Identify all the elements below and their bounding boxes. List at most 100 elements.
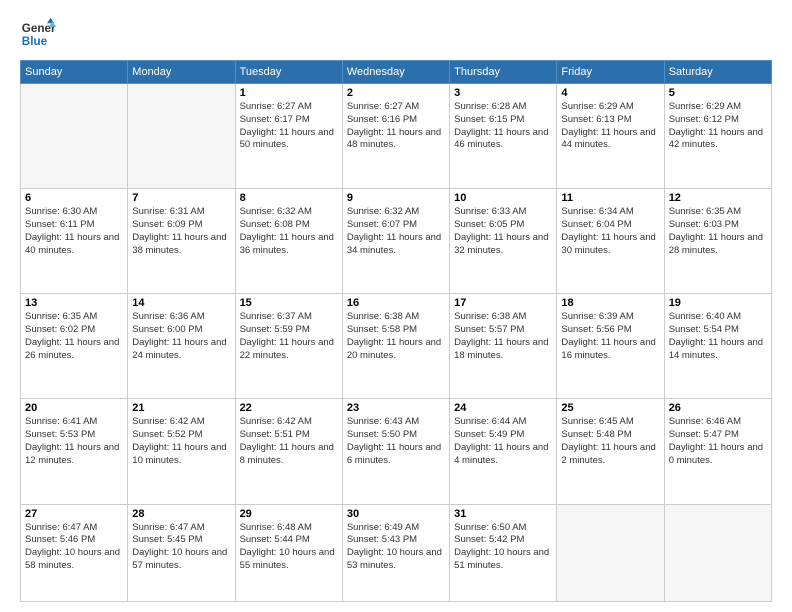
calendar-cell: 16 Sunrise: 6:38 AM Sunset: 5:58 PM Dayli… <box>342 294 449 399</box>
day-number: 16 <box>347 297 445 309</box>
cell-info: Sunrise: 6:31 AM Sunset: 6:09 PM Dayligh… <box>132 206 230 257</box>
calendar-cell <box>21 84 128 189</box>
calendar-cell: 17 Sunrise: 6:38 AM Sunset: 5:57 PM Dayli… <box>450 294 557 399</box>
calendar-cell: 22 Sunrise: 6:42 AM Sunset: 5:51 PM Dayli… <box>235 399 342 504</box>
day-number: 21 <box>132 402 230 414</box>
cell-info: Sunrise: 6:27 AM Sunset: 6:16 PM Dayligh… <box>347 101 445 152</box>
day-number: 22 <box>240 402 338 414</box>
calendar-cell: 28 Sunrise: 6:47 AM Sunset: 5:45 PM Dayli… <box>128 504 235 601</box>
calendar-cell: 9 Sunrise: 6:32 AM Sunset: 6:07 PM Daylig… <box>342 189 449 294</box>
calendar-cell <box>557 504 664 601</box>
day-number: 3 <box>454 87 552 99</box>
cell-info: Sunrise: 6:38 AM Sunset: 5:58 PM Dayligh… <box>347 311 445 362</box>
cell-info: Sunrise: 6:38 AM Sunset: 5:57 PM Dayligh… <box>454 311 552 362</box>
cell-info: Sunrise: 6:42 AM Sunset: 5:52 PM Dayligh… <box>132 416 230 467</box>
cell-info: Sunrise: 6:43 AM Sunset: 5:50 PM Dayligh… <box>347 416 445 467</box>
cell-info: Sunrise: 6:47 AM Sunset: 5:46 PM Dayligh… <box>25 522 123 573</box>
day-number: 15 <box>240 297 338 309</box>
calendar-cell: 30Sunrise: 6:49 AM Sunset: 5:43 PM Dayli… <box>342 504 449 601</box>
logo-icon: General Blue <box>20 16 56 52</box>
day-number: 29 <box>240 508 338 520</box>
cell-info: Sunrise: 6:41 AM Sunset: 5:53 PM Dayligh… <box>25 416 123 467</box>
day-number: 20 <box>25 402 123 414</box>
day-header-monday: Monday <box>128 61 235 84</box>
calendar-cell: 21 Sunrise: 6:42 AM Sunset: 5:52 PM Dayli… <box>128 399 235 504</box>
calendar-cell <box>128 84 235 189</box>
cell-info: Sunrise: 6:47 AM Sunset: 5:45 PM Dayligh… <box>132 522 230 573</box>
day-number: 13 <box>25 297 123 309</box>
calendar-week-row: 27Sunrise: 6:47 AM Sunset: 5:46 PM Dayli… <box>21 504 772 601</box>
calendar-cell: 26 Sunrise: 6:46 AM Sunset: 5:47 PM Dayli… <box>664 399 771 504</box>
cell-info: Sunrise: 6:48 AM Sunset: 5:44 PM Dayligh… <box>240 522 338 573</box>
cell-info: Sunrise: 6:50 AM Sunset: 5:42 PM Dayligh… <box>454 522 552 573</box>
day-number: 28 <box>132 508 230 520</box>
cell-info: Sunrise: 6:37 AM Sunset: 5:59 PM Dayligh… <box>240 311 338 362</box>
day-header-sunday: Sunday <box>21 61 128 84</box>
day-number: 9 <box>347 192 445 204</box>
day-number: 7 <box>132 192 230 204</box>
calendar-cell: 31 Sunrise: 6:50 AM Sunset: 5:42 PM Dayli… <box>450 504 557 601</box>
cell-info: Sunrise: 6:35 AM Sunset: 6:02 PM Dayligh… <box>25 311 123 362</box>
calendar-cell: 1 Sunrise: 6:27 AM Sunset: 6:17 PM Daylig… <box>235 84 342 189</box>
day-number: 2 <box>347 87 445 99</box>
day-header-wednesday: Wednesday <box>342 61 449 84</box>
day-number: 30 <box>347 508 445 520</box>
cell-info: Sunrise: 6:45 AM Sunset: 5:48 PM Dayligh… <box>561 416 659 467</box>
calendar-table: SundayMondayTuesdayWednesdayThursdayFrid… <box>20 60 772 602</box>
calendar-cell: 7 Sunrise: 6:31 AM Sunset: 6:09 PM Daylig… <box>128 189 235 294</box>
calendar-cell: 29 Sunrise: 6:48 AM Sunset: 5:44 PM Dayli… <box>235 504 342 601</box>
day-header-saturday: Saturday <box>664 61 771 84</box>
cell-info: Sunrise: 6:42 AM Sunset: 5:51 PM Dayligh… <box>240 416 338 467</box>
day-number: 1 <box>240 87 338 99</box>
cell-info: Sunrise: 6:27 AM Sunset: 6:17 PM Dayligh… <box>240 101 338 152</box>
cell-info: Sunrise: 6:44 AM Sunset: 5:49 PM Dayligh… <box>454 416 552 467</box>
day-number: 18 <box>561 297 659 309</box>
calendar-cell: 13 Sunrise: 6:35 AM Sunset: 6:02 PM Dayli… <box>21 294 128 399</box>
calendar-cell: 15 Sunrise: 6:37 AM Sunset: 5:59 PM Dayli… <box>235 294 342 399</box>
day-number: 17 <box>454 297 552 309</box>
day-number: 11 <box>561 192 659 204</box>
day-number: 6 <box>25 192 123 204</box>
cell-info: Sunrise: 6:36 AM Sunset: 6:00 PM Dayligh… <box>132 311 230 362</box>
day-number: 5 <box>669 87 767 99</box>
day-number: 25 <box>561 402 659 414</box>
day-number: 12 <box>669 192 767 204</box>
calendar-cell <box>664 504 771 601</box>
cell-info: Sunrise: 6:30 AM Sunset: 6:11 PM Dayligh… <box>25 206 123 257</box>
day-number: 24 <box>454 402 552 414</box>
cell-info: Sunrise: 6:39 AM Sunset: 5:56 PM Dayligh… <box>561 311 659 362</box>
cell-info: Sunrise: 6:46 AM Sunset: 5:47 PM Dayligh… <box>669 416 767 467</box>
day-number: 23 <box>347 402 445 414</box>
day-header-thursday: Thursday <box>450 61 557 84</box>
calendar-cell: 19 Sunrise: 6:40 AM Sunset: 5:54 PM Dayli… <box>664 294 771 399</box>
calendar-cell: 6 Sunrise: 6:30 AM Sunset: 6:11 PM Daylig… <box>21 189 128 294</box>
cell-info: Sunrise: 6:33 AM Sunset: 6:05 PM Dayligh… <box>454 206 552 257</box>
calendar-week-row: 20 Sunrise: 6:41 AM Sunset: 5:53 PM Dayli… <box>21 399 772 504</box>
day-number: 26 <box>669 402 767 414</box>
calendar-week-row: 6 Sunrise: 6:30 AM Sunset: 6:11 PM Daylig… <box>21 189 772 294</box>
calendar-cell: 27Sunrise: 6:47 AM Sunset: 5:46 PM Dayli… <box>21 504 128 601</box>
calendar-cell: 23 Sunrise: 6:43 AM Sunset: 5:50 PM Dayli… <box>342 399 449 504</box>
calendar-cell: 18 Sunrise: 6:39 AM Sunset: 5:56 PM Dayli… <box>557 294 664 399</box>
day-number: 19 <box>669 297 767 309</box>
calendar-cell: 8Sunrise: 6:32 AM Sunset: 6:08 PM Daylig… <box>235 189 342 294</box>
calendar-cell: 24 Sunrise: 6:44 AM Sunset: 5:49 PM Dayli… <box>450 399 557 504</box>
page-header: General Blue <box>20 16 772 52</box>
calendar-cell: 5Sunrise: 6:29 AM Sunset: 6:12 PM Daylig… <box>664 84 771 189</box>
cell-info: Sunrise: 6:32 AM Sunset: 6:07 PM Dayligh… <box>347 206 445 257</box>
calendar-cell: 12 Sunrise: 6:35 AM Sunset: 6:03 PM Dayli… <box>664 189 771 294</box>
day-number: 4 <box>561 87 659 99</box>
calendar-cell: 2 Sunrise: 6:27 AM Sunset: 6:16 PM Daylig… <box>342 84 449 189</box>
logo: General Blue <box>20 16 56 52</box>
cell-info: Sunrise: 6:35 AM Sunset: 6:03 PM Dayligh… <box>669 206 767 257</box>
cell-info: Sunrise: 6:34 AM Sunset: 6:04 PM Dayligh… <box>561 206 659 257</box>
calendar-week-row: 13 Sunrise: 6:35 AM Sunset: 6:02 PM Dayli… <box>21 294 772 399</box>
cell-info: Sunrise: 6:40 AM Sunset: 5:54 PM Dayligh… <box>669 311 767 362</box>
day-number: 31 <box>454 508 552 520</box>
calendar-cell: 4Sunrise: 6:29 AM Sunset: 6:13 PM Daylig… <box>557 84 664 189</box>
calendar-cell: 20 Sunrise: 6:41 AM Sunset: 5:53 PM Dayli… <box>21 399 128 504</box>
calendar-header-row: SundayMondayTuesdayWednesdayThursdayFrid… <box>21 61 772 84</box>
calendar-cell: 11 Sunrise: 6:34 AM Sunset: 6:04 PM Dayli… <box>557 189 664 294</box>
calendar-cell: 10Sunrise: 6:33 AM Sunset: 6:05 PM Dayli… <box>450 189 557 294</box>
cell-info: Sunrise: 6:32 AM Sunset: 6:08 PM Dayligh… <box>240 206 338 257</box>
